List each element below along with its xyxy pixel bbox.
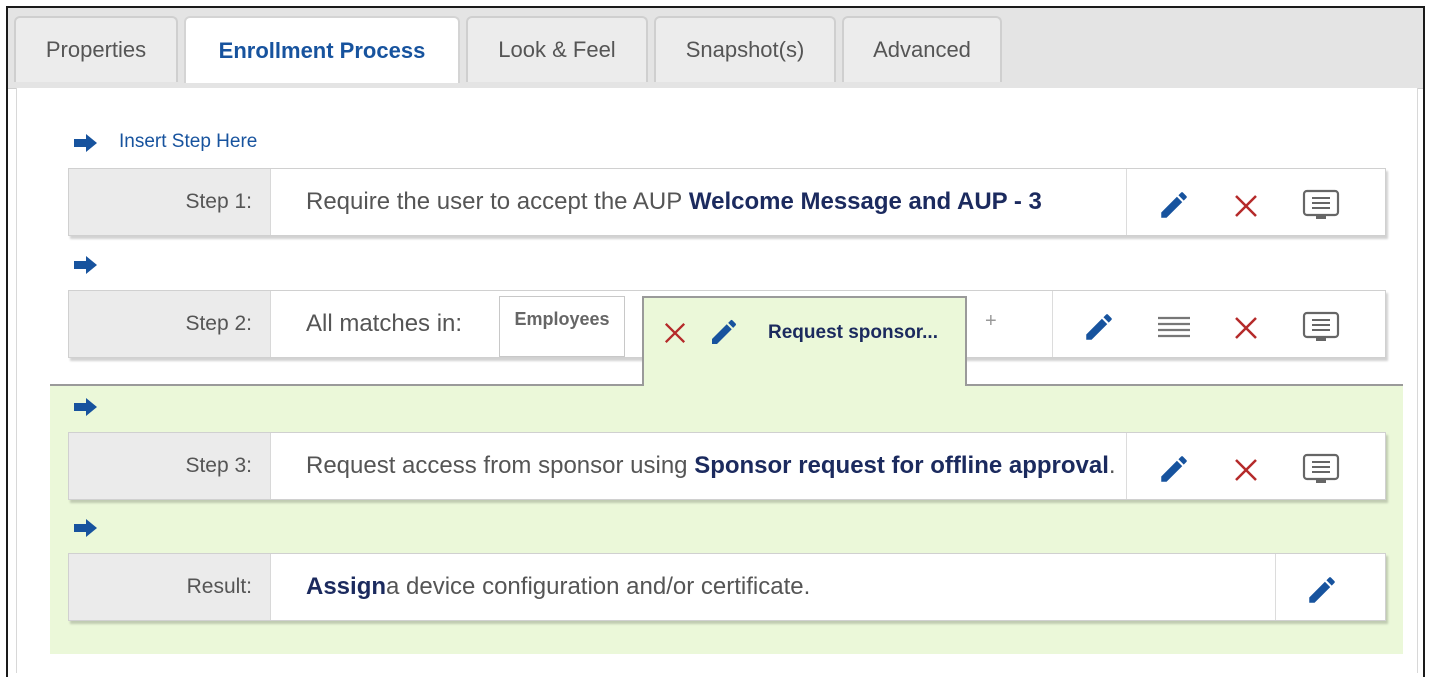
tab-enrollment-process[interactable]: Enrollment Process — [184, 16, 460, 83]
result-bold-text[interactable]: Assign — [306, 573, 386, 601]
sponsor-tab-label: Request sponsor... — [768, 322, 938, 343]
pencil-icon[interactable] — [708, 316, 740, 348]
sponsor-request-tab[interactable]: Request sponsor... — [642, 296, 967, 386]
pencil-icon[interactable] — [1157, 452, 1191, 486]
divider — [1275, 554, 1276, 620]
step-text: Require the user to accept the AUP — [306, 188, 683, 215]
tab-label: Look & Feel — [498, 37, 616, 62]
list-icon[interactable] — [1157, 315, 1191, 339]
step-description: All matches in: — [306, 310, 463, 337]
step-label: Step 2: — [69, 291, 271, 357]
step-row-1: Step 1: Require the user to accept the A… — [68, 168, 1386, 236]
tab-label: Snapshot(s) — [685, 37, 805, 62]
comment-icon[interactable] — [1302, 189, 1340, 221]
divider — [1126, 433, 1127, 499]
arrow-right-icon[interactable] — [72, 133, 100, 153]
result-text: a device configuration and/or certificat… — [386, 573, 811, 600]
step-description: Require the user to accept the AUP Welco… — [306, 169, 1042, 235]
tab-look-and-feel[interactable]: Look & Feel — [466, 16, 648, 82]
close-icon[interactable] — [663, 321, 687, 345]
step-row-3: Step 3: Request access from sponsor usin… — [68, 432, 1386, 500]
add-branch-button[interactable]: + — [985, 310, 997, 333]
tab-advanced[interactable]: Advanced — [842, 16, 1002, 82]
group-chip-employees[interactable]: Employees — [499, 296, 625, 357]
result-description: Assign a device configuration and/or cer… — [306, 554, 810, 620]
result-row: Result: Assign a device configuration an… — [68, 553, 1386, 621]
insert-step-link[interactable]: Insert Step Here — [119, 131, 257, 153]
comment-icon[interactable] — [1302, 311, 1340, 343]
divider — [1052, 291, 1053, 357]
close-icon[interactable] — [1233, 457, 1259, 483]
tab-label: Properties — [45, 37, 147, 62]
step-bold-text[interactable]: Sponsor request for offline approval — [694, 452, 1109, 480]
step-suffix: . — [1108, 452, 1116, 479]
pencil-icon[interactable] — [1082, 310, 1116, 344]
tab-label: Enrollment Process — [218, 37, 426, 63]
close-icon[interactable] — [1233, 193, 1259, 219]
step-bold-text[interactable]: Welcome Message and AUP - 3 — [689, 188, 1042, 216]
comment-icon[interactable] — [1302, 453, 1340, 485]
result-label: Result: — [69, 554, 271, 620]
arrow-right-icon[interactable] — [72, 397, 100, 417]
arrow-right-icon[interactable] — [72, 518, 100, 538]
close-icon[interactable] — [1233, 315, 1259, 341]
step-label: Step 1: — [69, 169, 271, 235]
step-description: Request access from sponsor using Sponso… — [306, 433, 1116, 499]
step-label: Step 3: — [69, 433, 271, 499]
tab-snapshots[interactable]: Snapshot(s) — [654, 16, 836, 82]
tab-properties[interactable]: Properties — [14, 16, 178, 82]
step-text: Request access from sponsor using — [306, 452, 688, 479]
tab-label: Advanced — [873, 37, 971, 62]
pencil-icon[interactable] — [1157, 188, 1191, 222]
arrow-right-icon[interactable] — [72, 255, 100, 275]
divider — [1126, 169, 1127, 235]
pencil-icon[interactable] — [1305, 573, 1339, 607]
